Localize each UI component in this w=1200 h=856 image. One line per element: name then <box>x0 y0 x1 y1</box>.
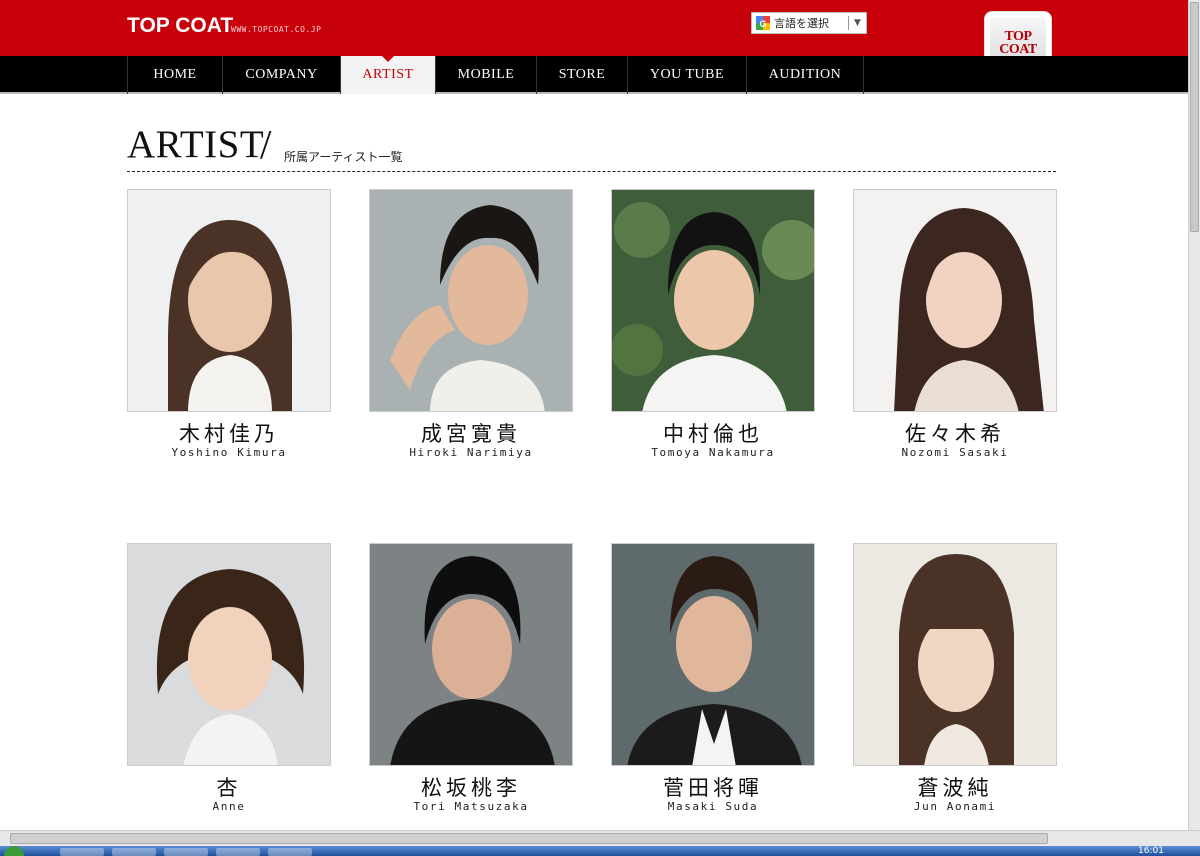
dropdown-arrow-icon: ▼ <box>854 18 861 28</box>
taskbar-app-icon[interactable] <box>216 848 260 856</box>
taskbar-app-icon[interactable] <box>164 848 208 856</box>
artist-name-en[interactable]: Hiroki Narimiya <box>369 446 573 459</box>
main-nav-bar: HOME COMPANY ARTIST MOBILE STORE YOU TUB… <box>0 56 1188 94</box>
artist-card[interactable]: 杏 Anne <box>127 543 331 813</box>
svg-text:G: G <box>759 19 766 29</box>
brand-logo-text[interactable]: TOP COAT <box>127 14 233 38</box>
artist-name-jp[interactable]: 菅田将暉 <box>611 772 815 800</box>
nav-youtube[interactable]: YOU TUBE <box>627 56 746 94</box>
nav-company[interactable]: COMPANY <box>222 56 340 94</box>
artist-name-en[interactable]: Nozomi Sasaki <box>853 446 1057 459</box>
taskbar-app-icon[interactable] <box>268 848 312 856</box>
artist-photo[interactable] <box>369 189 573 412</box>
artist-name-jp[interactable]: 杏 <box>127 772 331 800</box>
artist-photo[interactable] <box>127 189 331 412</box>
main-nav: HOME COMPANY ARTIST MOBILE STORE YOU TUB… <box>127 56 864 94</box>
artist-name-jp[interactable]: 松坂桃李 <box>369 772 573 800</box>
logo-line1: TOP <box>1004 28 1032 44</box>
artist-name-en[interactable]: Anne <box>127 800 331 813</box>
artist-name-jp[interactable]: 成宮寛貴 <box>369 418 573 446</box>
nav-mobile[interactable]: MOBILE <box>435 56 536 94</box>
artist-name-jp[interactable]: 佐々木希 <box>853 418 1057 446</box>
nav-home[interactable]: HOME <box>127 56 222 94</box>
page-title: ARTIST <box>127 123 265 166</box>
artist-photo[interactable] <box>611 543 815 766</box>
artist-name-jp[interactable]: 蒼波純 <box>853 772 1057 800</box>
horizontal-scrollbar[interactable] <box>0 830 1200 846</box>
artist-name-en[interactable]: Yoshino Kimura <box>127 446 331 459</box>
title-slash: / <box>260 121 272 167</box>
artist-card[interactable]: 木村佳乃 Yoshino Kimura <box>127 189 331 459</box>
artist-photo[interactable] <box>611 189 815 412</box>
logo-line2: COAT <box>999 41 1037 57</box>
artist-photo[interactable] <box>369 543 573 766</box>
taskbar-clock[interactable]: 16:01 <box>1138 846 1164 856</box>
artist-card[interactable]: 佐々木希 Nozomi Sasaki <box>853 189 1057 459</box>
artist-name-en[interactable]: Tori Matsuzaka <box>369 800 573 813</box>
artist-name-en[interactable]: Masaki Suda <box>611 800 815 813</box>
language-selector[interactable]: G 言語を選択 ▼ <box>751 12 867 34</box>
artist-card[interactable]: 松坂桃李 Tori Matsuzaka <box>369 543 573 813</box>
language-selector-label: 言語を選択 <box>774 17 829 30</box>
artist-photo[interactable] <box>127 543 331 766</box>
artist-name-jp[interactable]: 木村佳乃 <box>127 418 331 446</box>
vertical-scrollbar[interactable] <box>1188 0 1200 830</box>
taskbar-app-icon[interactable] <box>112 848 156 856</box>
artist-photo[interactable] <box>853 189 1057 412</box>
nav-artist[interactable]: ARTIST <box>340 56 435 94</box>
artist-card[interactable]: 中村倫也 Tomoya Nakamura <box>611 189 815 459</box>
artist-card[interactable]: 成宮寛貴 Hiroki Narimiya <box>369 189 573 459</box>
artist-card[interactable]: 蒼波純 Jun Aonami <box>853 543 1057 813</box>
artist-name-en[interactable]: Tomoya Nakamura <box>611 446 815 459</box>
taskbar-app-icon[interactable] <box>60 848 104 856</box>
page-subtitle: 所属アーティスト一覧 <box>284 150 403 164</box>
artist-card[interactable]: 菅田将暉 Masaki Suda <box>611 543 815 813</box>
google-translate-icon: G <box>756 16 770 30</box>
horizontal-scroll-thumb[interactable] <box>10 833 1048 844</box>
nav-store[interactable]: STORE <box>536 56 627 94</box>
artist-name-jp[interactable]: 中村倫也 <box>611 418 815 446</box>
nav-audition[interactable]: AUDITION <box>746 56 864 94</box>
divider <box>848 16 849 30</box>
brand-url: WWW.TOPCOAT.CO.JP <box>231 25 322 34</box>
vertical-scroll-thumb[interactable] <box>1190 2 1199 232</box>
artist-name-en[interactable]: Jun Aonami <box>853 800 1057 813</box>
artist-photo[interactable] <box>853 543 1057 766</box>
title-divider <box>127 171 1056 172</box>
